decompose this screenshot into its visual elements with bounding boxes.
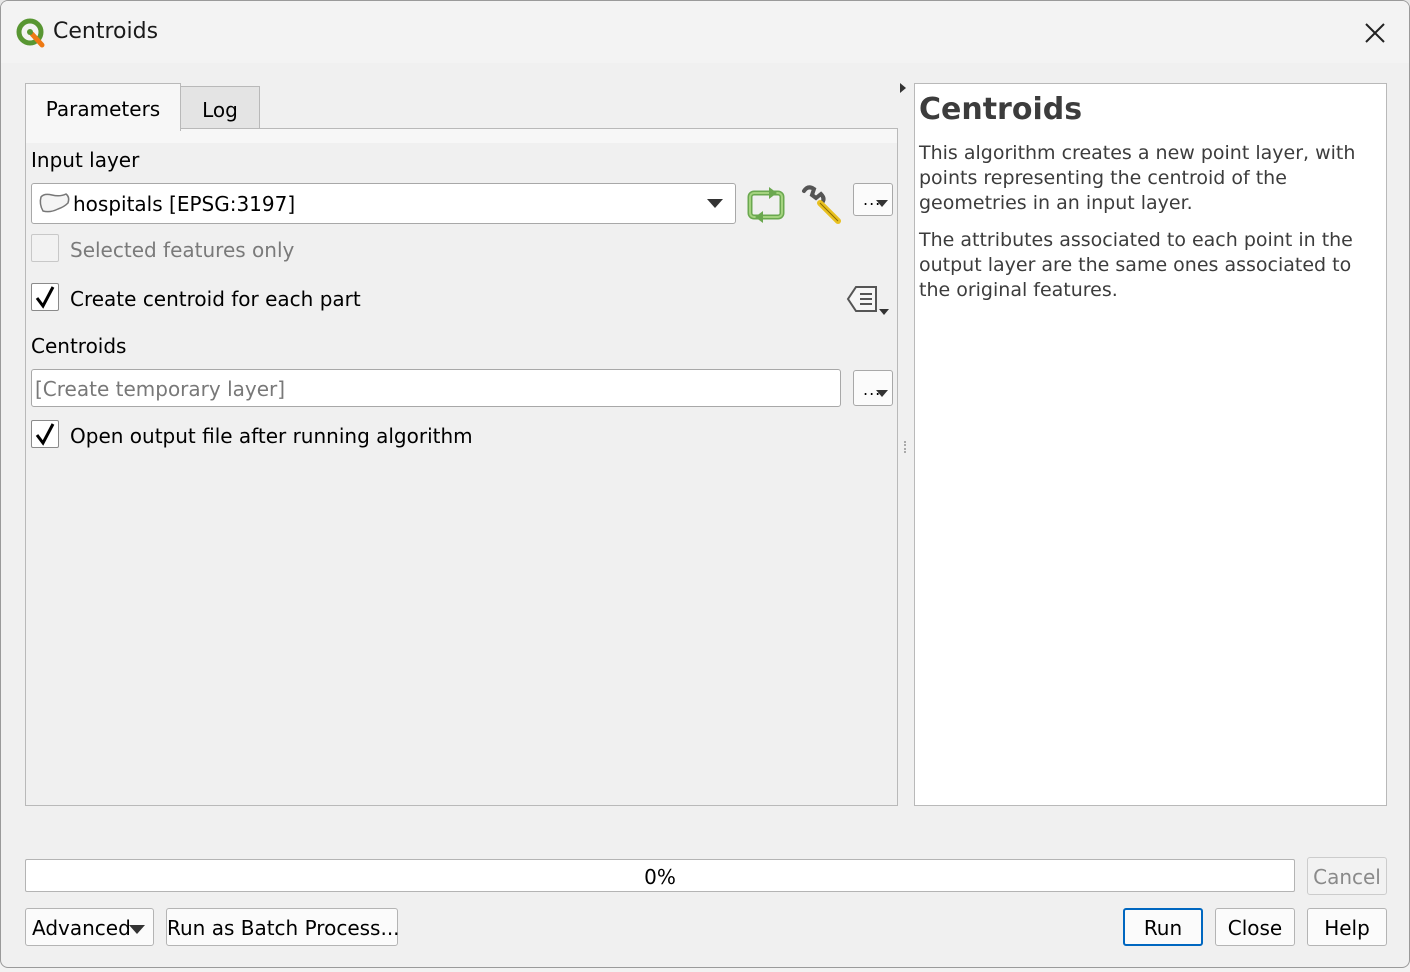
close-icon[interactable] (1357, 15, 1393, 51)
help-label: Help (1324, 916, 1370, 940)
collapse-help-arrow-icon[interactable] (900, 83, 906, 93)
create-centroid-each-part-label: Create centroid for each part (70, 287, 361, 311)
centroids-output-label: Centroids (31, 334, 127, 358)
close-button[interactable]: Close (1215, 908, 1295, 946)
title-bar: Centroids (1, 1, 1409, 63)
progress-bar: 0% (25, 859, 1295, 892)
run-as-batch-label: Run as Batch Process... (167, 916, 400, 940)
tab-parameters[interactable]: Parameters (25, 83, 181, 131)
create-centroid-each-part-checkbox[interactable] (31, 283, 59, 311)
run-label: Run (1143, 916, 1183, 940)
checkmark-icon (35, 423, 55, 446)
selected-features-only-label: Selected features only (70, 238, 295, 262)
iterate-icon[interactable] (745, 185, 789, 225)
polygon-layer-icon (39, 193, 70, 213)
input-layer-value: hospitals [EPSG:3197] (73, 192, 296, 216)
dropdown-arrow-icon (876, 200, 888, 207)
advanced-button[interactable]: Advanced (25, 908, 154, 946)
data-defined-override-icon[interactable] (846, 283, 892, 319)
output-more-button[interactable]: ... (853, 370, 893, 406)
open-output-checkbox[interactable] (31, 420, 59, 448)
cancel-label: Cancel (1313, 865, 1381, 889)
input-layer-combobox[interactable]: hospitals [EPSG:3197] (31, 183, 736, 224)
help-paragraph: The attributes associated to each point … (919, 229, 1353, 301)
chevron-down-icon (707, 199, 723, 208)
close-label: Close (1227, 916, 1283, 940)
help-paragraph: This algorithm creates a new point layer… (919, 142, 1356, 214)
output-layer-field[interactable]: [Create temporary layer] (31, 369, 841, 407)
progress-label: 0% (644, 865, 676, 889)
tab-log-label: Log (202, 98, 238, 122)
help-title: Centroids (919, 92, 1083, 127)
input-layer-more-button[interactable]: ... (853, 183, 893, 216)
open-output-label: Open output file after running algorithm (70, 424, 473, 448)
help-button[interactable]: Help (1307, 908, 1387, 946)
wrench-icon[interactable] (800, 185, 846, 227)
run-button[interactable]: Run (1123, 908, 1203, 946)
cancel-button[interactable]: Cancel (1307, 857, 1387, 895)
parameters-panel: Input layer hospitals [EPSG:3197] ... Se… (25, 128, 898, 806)
window-title: Centroids (53, 19, 159, 44)
chevron-down-icon (129, 925, 145, 934)
tab-parameters-label: Parameters (45, 97, 161, 121)
run-as-batch-button[interactable]: Run as Batch Process... (166, 908, 400, 946)
tab-log[interactable]: Log (180, 86, 260, 130)
checkmark-icon (35, 286, 55, 309)
help-panel: Centroids This algorithm creates a new p… (914, 83, 1387, 806)
panel-top-shade (26, 129, 897, 143)
input-layer-label: Input layer (31, 148, 140, 172)
splitter-handle[interactable] (904, 441, 906, 453)
output-layer-placeholder: [Create temporary layer] (35, 377, 286, 401)
advanced-label: Advanced (32, 916, 131, 940)
centroids-dialog: Centroids Parameters Log Input layer hos… (0, 0, 1410, 968)
dropdown-arrow-icon (876, 390, 888, 397)
selected-features-only-checkbox[interactable] (31, 234, 59, 262)
qgis-logo-icon (16, 18, 45, 48)
